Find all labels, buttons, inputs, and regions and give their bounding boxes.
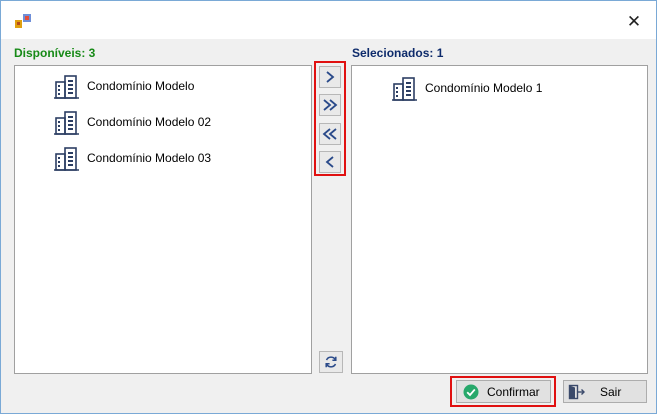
app-icon: [15, 14, 31, 28]
building-icon: [54, 147, 79, 171]
move-left-icon: [325, 156, 334, 168]
available-header: Disponíveis: 3: [14, 46, 96, 60]
list-item-label: Condomínio Modelo 03: [87, 151, 212, 165]
list-item-label: Condomínio Modelo: [87, 79, 195, 93]
list-item[interactable]: Condomínio Modelo 02: [53, 108, 211, 136]
move-left-button[interactable]: [319, 151, 341, 173]
close-button[interactable]: ✕: [624, 12, 644, 32]
exit-door-icon: [568, 384, 585, 399]
refresh-icon: [325, 356, 337, 368]
list-item-label: Condomínio Modelo 02: [87, 115, 212, 129]
move-right-button[interactable]: [319, 66, 341, 88]
move-all-right-button[interactable]: [319, 94, 341, 116]
confirm-label: Confirmar: [487, 384, 540, 399]
selected-list[interactable]: Condomínio Modelo 1: [351, 65, 648, 374]
exit-button[interactable]: Sair: [563, 380, 647, 403]
selected-header: Selecionados: 1: [352, 46, 444, 60]
refresh-button[interactable]: [319, 351, 343, 373]
list-item[interactable]: Condomínio Modelo 1: [391, 74, 542, 102]
building-icon: [54, 111, 79, 135]
dialog-window: ✕ Disponíveis: 3 Selecionados: 1 Condomí…: [0, 0, 657, 414]
move-all-right-icon: [323, 99, 338, 111]
list-item-label: Condomínio Modelo 1: [425, 81, 543, 95]
title-bar: ✕: [1, 1, 656, 39]
check-circle-icon: [463, 384, 479, 399]
building-icon: [392, 77, 417, 101]
building-icon: [54, 75, 79, 99]
exit-label: Sair: [600, 384, 622, 399]
transfer-buttons-group: [314, 61, 346, 176]
move-all-left-button[interactable]: [319, 123, 341, 145]
move-all-left-icon: [322, 128, 337, 140]
available-list[interactable]: Condomínio Modelo Condomínio Modelo 02 C…: [14, 65, 312, 374]
move-right-icon: [326, 71, 335, 83]
list-item[interactable]: Condomínio Modelo: [53, 72, 194, 100]
confirm-button[interactable]: Confirmar: [456, 380, 551, 403]
list-item[interactable]: Condomínio Modelo 03: [53, 144, 211, 172]
